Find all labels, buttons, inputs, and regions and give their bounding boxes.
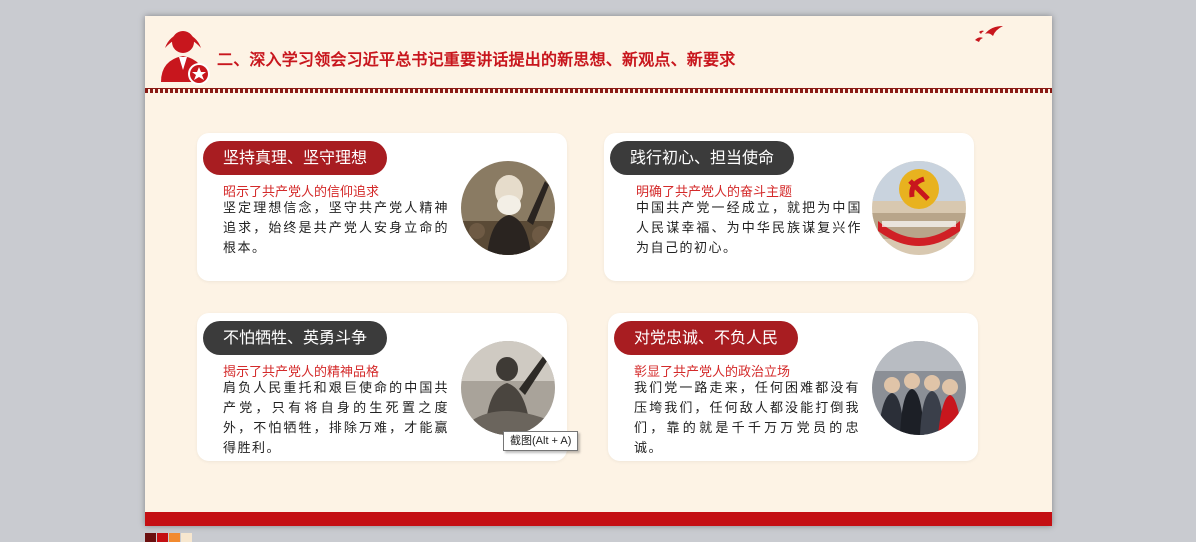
card-subtitle: 彰显了共产党人的政治立场 [634,365,791,380]
slide-footer-bar [145,512,1052,526]
card-heading: 不怕牺牲、英勇斗争 [203,321,388,355]
slide: 二、深入学习领会习近平总书记重要讲话提出的新思想、新观点、新要求 坚持真理、坚守… [145,16,1052,526]
card-heading: 践行初心、担当使命 [610,141,795,175]
party-member-avatar-icon [161,31,210,85]
swatch-orange[interactable] [169,533,180,542]
soldier-photo [461,341,555,435]
page-title: 二、深入学习领会习近平总书记重要讲话提出的新思想、新观点、新要求 [217,50,736,69]
card-heading: 对党忠诚、不负人民 [614,321,799,355]
swatch-red[interactable] [157,533,168,542]
flying-birds-icon [975,26,1003,42]
card-body: 我们党一路走来，任何困难都没有压垮我们，任何敌人都没能打倒我们，靠的就是千千万万… [634,381,860,456]
color-swatches [145,533,193,542]
header-divider [145,89,1052,93]
card-subtitle: 昭示了共产党人的信仰追求 [223,185,380,200]
marx-portrait-photo [461,161,555,255]
swatch-cream[interactable] [181,533,192,542]
card-body: 肩负人民重托和艰巨使命的中国共产党，只有将自身的生死置之度外，不怕牺牲，排除万难… [223,381,449,456]
party-emblem-photo [872,161,966,255]
screenshot-tooltip: 截图(Alt + A) [503,431,579,451]
swatch-dark-red[interactable] [145,533,156,542]
card-subtitle: 明确了共产党人的奋斗主题 [636,185,793,200]
crowd-photo [872,341,966,435]
card-loyalty: 对党忠诚、不负人民 彰显了共产党人的政治立场 我们党一路走来，任何困难都没有压垮… [608,313,978,461]
card-body: 中国共产党一经成立，就把为中国人民谋幸福、为中华民族谋复兴作为自己的初心。 [636,201,862,256]
card-mission: 践行初心、担当使命 明确了共产党人的奋斗主题 中国共产党一经成立，就把为中国人民… [604,133,974,281]
card-heading: 坚持真理、坚守理想 [203,141,388,175]
card-body: 坚定理想信念，坚守共产党人精神追求，始终是共产党人安身立命的根本。 [223,201,449,256]
card-truth-ideals: 坚持真理、坚守理想 昭示了共产党人的信仰追求 坚定理想信念，坚守共产党人精神追求… [197,133,567,281]
card-subtitle: 揭示了共产党人的精神品格 [223,365,380,380]
slide-header: 二、深入学习领会习近平总书记重要讲话提出的新思想、新观点、新要求 [145,16,1052,93]
